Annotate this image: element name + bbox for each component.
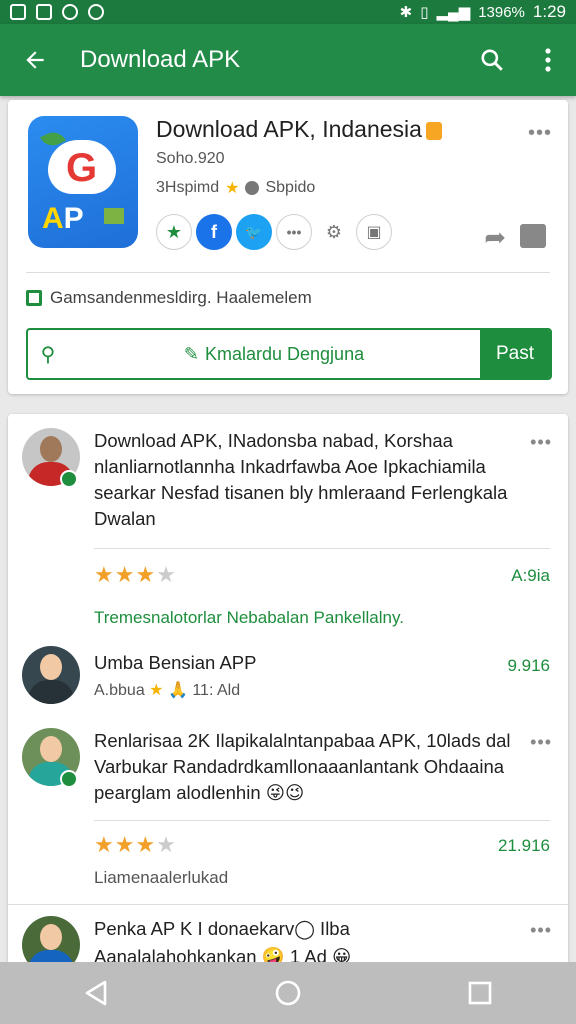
app-meta-line2: 3Hspimd ★ Sbpido: [156, 178, 315, 198]
nav-back-icon[interactable]: [66, 962, 126, 1024]
hands-icon: 🙏: [167, 682, 188, 699]
system-icons: ✱ ▯ ▂▄▆ 1396% 1:29: [400, 2, 566, 22]
divider: [94, 820, 550, 821]
review-text: Download APK, INadonsba nabad, Korshaa n…: [94, 430, 508, 529]
image-notification-icon: [10, 4, 26, 20]
review-item[interactable]: Renlarisaa 2K Ilapikalalntanpabaa APK, 1…: [8, 728, 568, 898]
divider: [8, 904, 568, 905]
mail-notification-icon: [36, 4, 52, 20]
avatar-head: [40, 736, 62, 762]
review-footer: Tremesnalotorlar Nebabalan Pankellalny.: [94, 608, 404, 627]
battery-level: 1396%: [478, 3, 525, 21]
facebook-icon[interactable]: f: [196, 214, 232, 250]
reviews-card: Download APK, INadonsba nabad, Korshaa n…: [8, 414, 568, 1014]
review-item[interactable]: Download APK, INadonsba nabad, Korshaa n…: [8, 428, 568, 638]
favorite-star-button[interactable]: ★: [156, 214, 192, 250]
nav-recents-icon[interactable]: [450, 962, 510, 1024]
avatar-head: [40, 654, 62, 680]
star-icon: ★: [149, 682, 164, 699]
rating-stars: ★★★★: [94, 562, 177, 587]
avatar-head: [40, 436, 62, 462]
review-subtitle-tail: 11: Ald: [192, 682, 241, 699]
avatar-head: [40, 924, 62, 950]
signal-icon: ▂▄▆: [436, 4, 471, 21]
image-icon[interactable]: ▣: [356, 214, 392, 250]
rating-stars: ★★★★: [94, 832, 177, 857]
review-subtitle-text: A.bbua: [94, 682, 145, 699]
review-score: A:9ia: [511, 566, 550, 585]
review-footer: Liamenaalerlukad: [94, 868, 229, 887]
twitter-icon[interactable]: 🐦: [236, 214, 272, 250]
app-meta-line1: Soho.920: [156, 150, 225, 167]
review-more-icon[interactable]: •••: [530, 432, 552, 453]
verified-badge-icon: [60, 770, 78, 788]
ap-logo-text: AP: [42, 202, 84, 235]
review-more-icon[interactable]: •••: [530, 920, 552, 941]
download-link[interactable]: ✎ Kmalardu Dengjuna: [68, 330, 480, 378]
page-title: Download APK: [80, 46, 241, 73]
nav-home-icon[interactable]: [258, 962, 318, 1024]
developer-icon: [245, 181, 260, 195]
pencil-icon: ✎: [183, 343, 199, 364]
app-bar: Download APK: [0, 24, 576, 96]
folder-icon[interactable]: [520, 224, 546, 248]
more-vert-icon[interactable]: [520, 24, 576, 96]
action-row: ★ f 🐦 ••• ⚙ ▣: [156, 214, 392, 250]
pin-icon[interactable]: ⚲: [28, 330, 68, 378]
app-badge-icon: [425, 121, 442, 140]
review-score: 9.916: [507, 656, 550, 675]
app-title-text: Download APK, Indanesia: [156, 116, 422, 142]
divider: [94, 548, 550, 549]
review-score: 21.916: [498, 836, 550, 855]
avatar: [22, 646, 80, 704]
no-entry-notification-icon: [62, 4, 78, 20]
review-title: Umba Bensian APP: [94, 652, 257, 673]
whatsapp-notification-icon: [88, 4, 104, 20]
card-more-icon[interactable]: •••: [528, 122, 552, 145]
app-meta-line2-b: Sbpido: [265, 179, 316, 196]
review-item[interactable]: Umba Bensian APP A.bbua ★ 🙏 11: Ald 9.91…: [8, 646, 568, 716]
search-icon[interactable]: [464, 24, 520, 96]
avatar-body: [28, 680, 74, 704]
star-icon: ★: [225, 180, 240, 197]
notice-text: Gamsandenmesldirg. Haalemelem: [50, 288, 312, 307]
notification-icons: [10, 4, 104, 20]
download-label: Kmalardu Dengjuna: [204, 343, 365, 364]
app-detail-card: G AP Download APK, Indanesia Soho.920 3H…: [8, 100, 568, 394]
app-icon[interactable]: G AP: [28, 116, 138, 248]
house-icon: [104, 208, 124, 224]
more-options-icon[interactable]: •••: [276, 214, 312, 250]
verified-badge-icon: [60, 470, 78, 488]
past-button[interactable]: Past: [480, 330, 550, 378]
bluetooth-icon: ✱: [399, 4, 413, 21]
status-bar: ✱ ▯ ▂▄▆ 1396% 1:29: [0, 0, 576, 24]
g-letter-icon: G: [66, 146, 98, 190]
system-nav-bar: [0, 962, 576, 1024]
review-title: Penka AP K I donaekarv◯ Ilba: [94, 918, 350, 939]
app-meta-line2-a: 3Hspimd: [156, 179, 220, 196]
install-notice: Gamsandenmesldirg. Haalemelem: [26, 288, 312, 308]
review-text: Renlarisaa 2K Ilapikalalntanpabaa APK, 1…: [94, 730, 511, 803]
back-arrow-icon[interactable]: [0, 24, 70, 96]
vibrate-icon: ▯: [420, 4, 429, 21]
divider: [26, 272, 550, 273]
checkbox-icon[interactable]: [26, 290, 42, 306]
settings-icon[interactable]: ⚙: [316, 214, 352, 250]
review-subtitle: A.bbua ★ 🙏 11: Ald: [94, 680, 240, 700]
download-row: ⚲ ✎ Kmalardu Dengjuna Past: [26, 328, 552, 380]
app-title: Download APK, Indanesia: [156, 116, 442, 143]
review-more-icon[interactable]: •••: [530, 732, 552, 753]
share-icon[interactable]: ➦: [484, 222, 506, 253]
clock: 1:29: [532, 2, 566, 21]
